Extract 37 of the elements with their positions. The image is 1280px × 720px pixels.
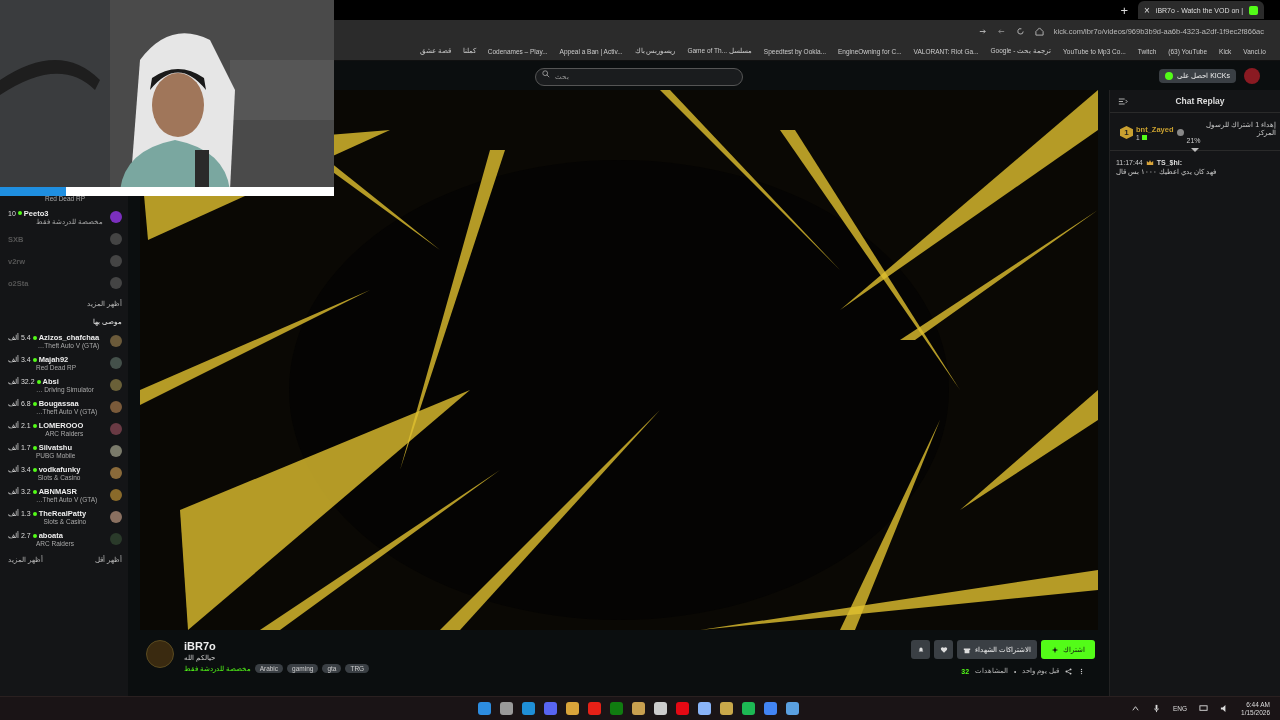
channel-avatar[interactable] xyxy=(146,640,174,668)
taskbar-app-icon[interactable] xyxy=(632,702,645,715)
taskbar-app-icon[interactable] xyxy=(500,702,513,715)
taskbar-app-icon[interactable] xyxy=(786,702,799,715)
chevron-up-icon[interactable] xyxy=(1131,704,1140,713)
taskbar-app-icon[interactable] xyxy=(610,702,623,715)
taskbar-app-icon[interactable] xyxy=(720,702,733,715)
taskbar-app-icon[interactable] xyxy=(742,702,755,715)
more-icon[interactable] xyxy=(1078,667,1085,675)
taskbar-app-icon[interactable] xyxy=(566,702,579,715)
monitor-icon[interactable] xyxy=(1199,704,1209,713)
notification-button[interactable] xyxy=(911,640,931,659)
caret-icon[interactable] xyxy=(1190,147,1200,153)
chat-title: Chat Replay xyxy=(1174,96,1226,106)
search-icon xyxy=(542,70,550,78)
taskbar-app-icon[interactable] xyxy=(698,702,711,715)
taskbar-app-icon[interactable] xyxy=(544,702,557,715)
reload-icon[interactable] xyxy=(1015,26,1025,36)
rank-badge: 1 xyxy=(1120,126,1133,139)
new-tab-button[interactable]: + xyxy=(1116,2,1132,18)
taskbar-app-icon[interactable] xyxy=(764,702,777,715)
home-icon[interactable] xyxy=(1034,26,1044,36)
taskbar-app-icon[interactable] xyxy=(676,702,689,715)
bell-icon xyxy=(916,645,925,654)
taskbar-app-icon[interactable] xyxy=(588,702,601,715)
sparkle-icon xyxy=(1051,645,1059,654)
collapse-chat-icon[interactable] xyxy=(1118,96,1128,106)
taskbar-app-icon[interactable] xyxy=(478,702,491,715)
taskbar-app-icon[interactable] xyxy=(654,702,667,715)
share-icon[interactable] xyxy=(1065,667,1072,675)
favorite-button[interactable] xyxy=(934,640,954,659)
heart-icon xyxy=(939,645,948,654)
microphone-icon[interactable] xyxy=(1152,704,1161,713)
crown-icon xyxy=(1145,159,1154,166)
taskbar-app-icon[interactable] xyxy=(522,702,535,715)
channel-name[interactable]: iBR7o xyxy=(184,640,216,652)
user-avatar[interactable] xyxy=(1244,67,1260,84)
